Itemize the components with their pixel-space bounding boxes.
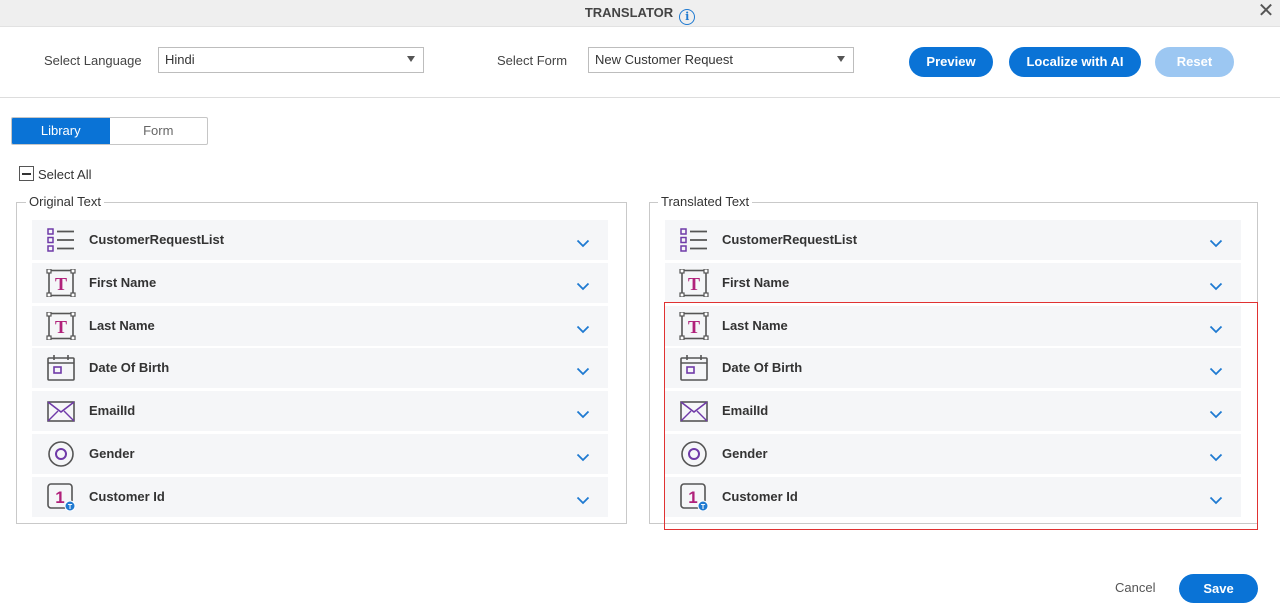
window-title: TRANSLATOR xyxy=(584,5,674,20)
chevron-down-icon[interactable] xyxy=(576,321,590,333)
title-wrap: TRANSLATOR i xyxy=(0,5,1280,25)
chevron-down-icon[interactable] xyxy=(1209,406,1223,419)
translated-text-panel: CustomerRequestList T First Name T Last Na… xyxy=(649,202,1258,524)
info-icon[interactable]: i xyxy=(679,9,696,25)
email-icon xyxy=(46,397,76,425)
calendar-icon xyxy=(679,354,709,382)
list-item[interactable]: Date Of Birth xyxy=(665,348,1241,389)
list-item[interactable]: T First Name xyxy=(32,262,608,303)
list-item[interactable]: Gender xyxy=(32,433,608,474)
list-item[interactable]: CustomerRequestList xyxy=(665,220,1241,260)
chevron-down-icon[interactable] xyxy=(1209,235,1223,248)
number-field-icon: 1 T xyxy=(46,482,76,512)
list-item-label: CustomerRequestList xyxy=(722,232,858,247)
list-item[interactable]: EmailId xyxy=(32,391,608,432)
save-button[interactable]: Save xyxy=(1179,574,1258,603)
chevron-down-icon[interactable] xyxy=(576,278,590,291)
number-field-icon: 1 T xyxy=(679,482,709,512)
tab-form[interactable]: Form xyxy=(110,118,208,144)
calendar-icon xyxy=(46,354,76,382)
language-select[interactable]: Hindi xyxy=(158,47,424,73)
list-item-label: EmailId xyxy=(722,403,769,419)
language-label: Select Language xyxy=(44,53,142,68)
chevron-down-icon[interactable] xyxy=(576,363,590,376)
dropdown-caret-icon xyxy=(407,56,415,62)
title-bar: TRANSLATOR i ✕ xyxy=(0,0,1280,27)
original-text-panel: CustomerRequestList T First Name T Last Na… xyxy=(16,202,627,524)
tab-library[interactable]: Library xyxy=(12,118,110,144)
reset-button[interactable]: Reset xyxy=(1155,47,1234,77)
list-item[interactable]: 1 T Customer Id xyxy=(32,476,608,517)
list-item-label: First Name xyxy=(722,274,790,290)
list-item-label: EmailId xyxy=(89,403,136,419)
list-item[interactable]: T First Name xyxy=(665,262,1241,303)
list-item-label: Customer Id xyxy=(722,488,798,504)
list-item[interactable]: 1 T Customer Id xyxy=(665,476,1241,517)
preview-button[interactable]: Preview xyxy=(909,47,993,77)
original-text-legend: Original Text xyxy=(26,194,105,209)
chevron-down-icon[interactable] xyxy=(1209,363,1223,376)
list-item-label: CustomerRequestList xyxy=(89,232,225,247)
list-item[interactable]: Date Of Birth xyxy=(32,348,608,389)
radio-icon xyxy=(46,440,76,468)
list-item-label: Customer Id xyxy=(89,488,165,504)
chevron-down-icon[interactable] xyxy=(1209,492,1223,505)
translated-text-legend: Translated Text xyxy=(658,194,753,209)
localize-ai-button[interactable]: Localize with AI xyxy=(1009,47,1141,77)
svg-text:1: 1 xyxy=(55,488,64,507)
svg-text:T: T xyxy=(701,504,706,511)
form-select[interactable]: New Customer Request xyxy=(588,47,854,73)
form-label: Select Form xyxy=(497,53,568,68)
text-field-icon: T xyxy=(679,310,709,341)
list-icon xyxy=(679,226,709,254)
svg-text:T: T xyxy=(55,317,67,337)
text-field-icon: T xyxy=(46,310,76,341)
email-icon xyxy=(679,397,709,425)
list-item[interactable]: T Last Name xyxy=(665,305,1241,346)
list-item-label: Last Name xyxy=(722,317,788,333)
list-item-label: Last Name xyxy=(89,317,155,333)
toolbar: Select Language Hindi Select Form New Cu… xyxy=(0,28,1280,98)
language-select-value: Hindi xyxy=(165,52,195,67)
chevron-down-icon[interactable] xyxy=(576,449,590,462)
list-item-label: Gender xyxy=(89,445,135,461)
chevron-down-icon[interactable] xyxy=(576,235,590,248)
cancel-button[interactable]: Cancel xyxy=(1115,580,1155,595)
svg-text:T: T xyxy=(68,504,73,511)
svg-text:T: T xyxy=(55,274,67,294)
svg-text:T: T xyxy=(688,274,700,294)
close-icon[interactable]: ✕ xyxy=(1256,1,1276,21)
list-item[interactable]: Gender xyxy=(665,433,1241,474)
chevron-down-icon[interactable] xyxy=(576,406,590,419)
dropdown-caret-icon xyxy=(837,56,845,62)
list-icon xyxy=(46,226,76,254)
svg-text:1: 1 xyxy=(688,488,697,507)
original-list: CustomerRequestList T First Name T Last Na… xyxy=(32,220,608,520)
translated-list: CustomerRequestList T First Name T Last Na… xyxy=(665,220,1241,520)
text-field-icon: T xyxy=(679,268,709,298)
select-all-checkbox[interactable] xyxy=(19,166,34,181)
tab-group: Library Form xyxy=(11,117,208,145)
list-item-label: Date Of Birth xyxy=(89,360,170,376)
chevron-down-icon[interactable] xyxy=(1209,278,1223,291)
chevron-down-icon[interactable] xyxy=(1209,321,1223,333)
chevron-down-icon[interactable] xyxy=(576,492,590,505)
list-item[interactable]: CustomerRequestList xyxy=(32,220,608,260)
list-item[interactable]: EmailId xyxy=(665,391,1241,432)
list-item-label: Gender xyxy=(722,445,768,461)
svg-text:T: T xyxy=(688,317,700,337)
text-field-icon: T xyxy=(46,268,76,298)
list-item-label: Date Of Birth xyxy=(722,360,803,376)
list-item-label: First Name xyxy=(89,274,157,290)
chevron-down-icon[interactable] xyxy=(1209,449,1223,462)
select-all-label: Select All xyxy=(38,167,92,182)
list-item[interactable]: T Last Name xyxy=(32,305,608,346)
form-select-value: New Customer Request xyxy=(595,52,733,67)
radio-icon xyxy=(679,440,709,468)
